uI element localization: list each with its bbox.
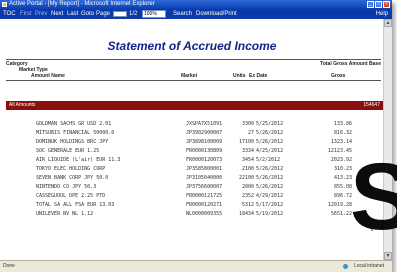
cell-gross: 133.86 [333,121,352,127]
table-row: CASSEGUOUL DPE 2.25 PTD FR0000121725 2352 4… [6,192,383,201]
page-total: 1/2 [129,11,138,17]
header-market: Market [181,73,198,79]
title-bar: Active Portal - [My Report] - Microsoft … [0,0,392,9]
cell-units: 27 [247,130,254,136]
cell-gross: 12019.28 [327,202,352,208]
table-row: GOLDMAN SACHS GR USD 2.01 JXSPA7X51091 330… [6,120,383,129]
table-row: SEVEN BANK CORP JPY 50.0 JP3105040000 2210… [6,174,383,183]
toc-button[interactable]: TOC [3,9,16,19]
table-row: NINTENDO CO JPY 50.3 JP3756600007 2000 5/26… [6,183,383,192]
zoom-select[interactable]: 100% [142,10,166,18]
cell-gross: 855.08 [333,184,352,190]
table-row: DOMINUK HOLDINGS BRC JPY JP3898100009 1710… [6,138,383,147]
first-button[interactable]: First [20,9,32,19]
status-text: Done [3,263,15,269]
cell-units: 2100 [241,166,254,172]
help-button[interactable]: Help [376,9,388,19]
cell-ex-date: 5/26/2012 [256,166,284,172]
cell-gross: 5651.22 [330,211,352,217]
cell-name: NINTENDO CO JPY 50.3 [36,184,97,190]
cell-gross: 896.72 [333,193,352,199]
cell-name: SOC GENERALE EUR 1.25 [36,148,100,154]
report-title: Statement of Accrued Income [107,39,277,53]
minimize-button[interactable]: _ [367,1,374,8]
overlay-letter: S [350,144,397,250]
cell-name: UNILEVER NV NL 1.12 [36,211,94,217]
last-button[interactable]: Last [67,9,78,19]
browser-window: Active Portal - [My Report] - Microsoft … [0,0,392,272]
cell-gross: 2023.92 [330,157,352,163]
cell-units: 2352 [241,193,254,199]
cell-gross: 12123.45 [327,148,352,154]
window-title: Active Portal - [My Report] - Microsoft … [9,1,155,7]
cell-name: AIR LIQUIDE (L'air) EUR 11.3 [36,157,121,163]
cell-ex-date: 5/25/2012 [256,121,284,127]
group-row-all-amounts[interactable]: All Amounts 154647 [6,101,383,110]
search-button[interactable]: Search [173,9,192,19]
next-button[interactable]: Next [51,9,63,19]
cell-ex-date: 5/2/2012 [256,157,281,163]
download-print-button[interactable]: Download/Print [196,9,237,19]
table-row: AIR LIQUIDE (L'air) EUR 11.3 FR0000120073… [6,156,383,165]
header-amount-name: Amount Name [31,73,65,79]
cell-ex-date: 5/26/2012 [256,139,284,145]
scroll-up-icon[interactable]: ▲ [384,19,392,27]
cell-units: 5312 [241,202,254,208]
cell-units: 18434 [238,211,254,217]
goto-button[interactable]: Goto [81,9,94,19]
intranet-zone-icon [343,264,348,269]
cell-ex-date: 4/29/2012 [256,193,284,199]
cell-ex-date: 5/19/2012 [256,211,284,217]
table-row: SOC GENERALE EUR 1.25 FR0000130809 3334 4/2… [6,147,383,156]
table-row: UNILEVER NV NL 1.12 NL0000009355 18434 5/19… [6,210,383,219]
status-bar: Done Local intranet [0,260,392,272]
cell-gross: 1323.14 [330,139,352,145]
header-rule-bottom [6,80,381,81]
cell-name: DOMINUK HOLDINGS BRC JPY [36,139,109,145]
group-total: 154647 [363,102,380,108]
cell-gross: 816.32 [333,130,352,136]
table-row: TOKYO ELEC HOLDING CORP JP3585800001 2100 5… [6,165,383,174]
header-units: Units [233,73,246,79]
prev-button[interactable]: Prev [35,9,47,19]
cell-units: 17100 [238,139,254,145]
cell-ex-date: 5/26/2012 [256,130,284,136]
cell-units: 3334 [241,148,254,154]
header-total-gross-base: Total Gross Amount Base [320,61,381,67]
header-gross: Gross [331,73,346,79]
ie-app-icon [2,2,7,7]
maximize-button[interactable]: □ [375,1,382,8]
cell-gross: 413.23 [333,175,352,181]
report-viewport: Statement of Accrued Income Category Tot… [1,19,383,260]
cell-ex-date: 5/26/2012 [256,184,284,190]
cell-name: MITSUBIS FINANCIAL 50000.0 [36,130,115,136]
cell-ex-date: 5/26/2012 [256,175,284,181]
cell-units: 3454 [241,157,254,163]
security-zone-text: Local intranet [353,263,384,269]
table-row: TOTAL SA ALL FSA EUR 13.03 FR0000120271 53… [6,201,383,210]
cell-name: CASSEGUOUL DPE 2.25 PTD [36,193,106,199]
overlay-dot [371,229,373,231]
page-input[interactable] [113,11,127,17]
cell-ex-date: 5/17/2012 [256,202,284,208]
cell-name: SEVEN BANK CORP JPY 50.0 [36,175,109,181]
header-rule-top [6,59,381,60]
cell-name: GOLDMAN SACHS GR USD 2.01 [36,121,112,127]
cell-ex-date: 4/25/2012 [256,148,284,154]
page-label: Page [96,11,111,17]
scroll-down-icon[interactable]: ▼ [384,252,392,260]
cell-gross: 310.23 [333,166,352,172]
cell-units: 22100 [238,175,254,181]
cell-name: TOTAL SA ALL FSA EUR 13.03 [36,202,115,208]
header-ex-date: Ex Date [249,73,268,79]
table-row: MITSUBIS FINANCIAL 50000.0 JP3902900007 27… [6,129,383,138]
group-label: All Amounts [9,102,36,108]
cell-name: TOKYO ELEC HOLDING CORP [36,166,106,172]
cell-units: 2000 [241,184,254,190]
cell-units: 3300 [241,121,254,127]
close-button[interactable]: × [383,1,390,8]
report-toolbar: TOC First Prev Next Last Goto Page 1/2 1… [0,9,392,19]
